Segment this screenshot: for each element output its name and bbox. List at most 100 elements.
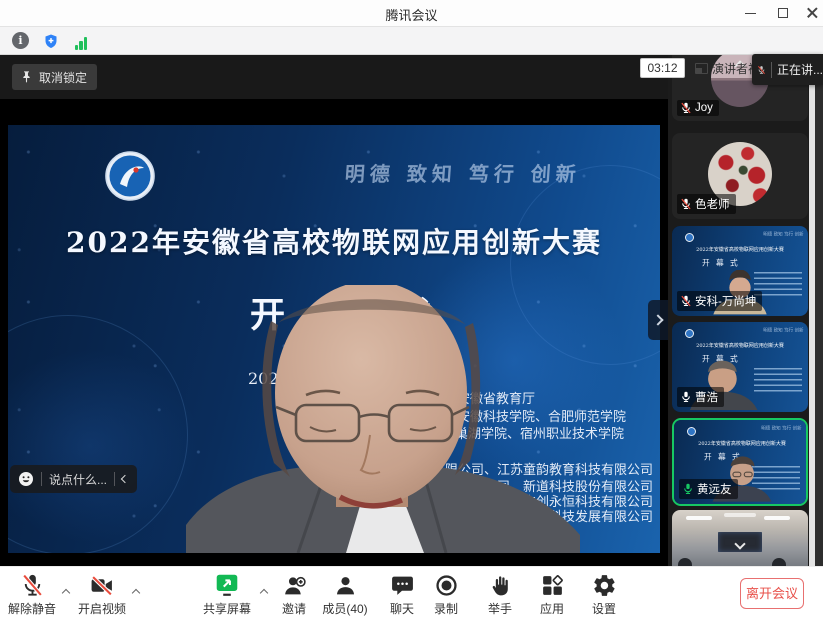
invite-label: 邀请 xyxy=(272,600,316,617)
invite-person-icon xyxy=(272,570,316,598)
record-button[interactable]: 录制 xyxy=(424,570,468,618)
chevron-down-icon xyxy=(734,538,745,549)
leave-meeting-button[interactable]: 离开会议 xyxy=(740,578,804,609)
mini-title: 2022年安徽省高校物联网应用创新大赛 xyxy=(672,245,808,253)
participant-name: 曹浩 xyxy=(695,389,718,405)
maximize-button[interactable] xyxy=(770,0,796,26)
mini-title: 2022年安徽省高校物联网应用创新大赛 xyxy=(674,439,806,447)
raise-hand-label: 举手 xyxy=(478,600,522,617)
room-light xyxy=(764,516,790,520)
members-person-icon xyxy=(316,570,374,598)
mini-logo xyxy=(687,427,696,436)
mic-speaking-icon xyxy=(682,483,694,495)
speaking-indicator-panel[interactable]: 正在讲... xyxy=(752,54,823,85)
maximize-icon xyxy=(778,8,788,18)
minimize-icon xyxy=(745,13,756,14)
participant-tile-teacher[interactable]: 色老师 xyxy=(672,133,808,219)
participant-nametag: 曹浩 xyxy=(677,387,724,407)
chat-label: 聊天 xyxy=(380,600,424,617)
participant-tile-anke[interactable]: 明德 致知 笃行 创新 2022年安徽省高校物联网应用创新大赛 开幕式 xyxy=(672,226,808,316)
camera-off-icon xyxy=(74,570,130,598)
gear-icon xyxy=(582,570,626,598)
sidebar-collapse-handle[interactable] xyxy=(648,300,668,340)
collapse-bubble-icon[interactable] xyxy=(121,475,129,483)
apps-button[interactable]: 应用 xyxy=(530,570,574,618)
quick-chat-bubble[interactable]: 说点什么... xyxy=(10,465,137,493)
video-top-overlay: 取消锁定 xyxy=(0,55,668,99)
bubble-divider xyxy=(41,472,42,486)
settings-label: 设置 xyxy=(582,600,626,617)
chat-input-placeholder[interactable]: 说点什么... xyxy=(49,471,107,488)
scroll-down-button[interactable] xyxy=(730,537,750,551)
invite-button[interactable]: 邀请 xyxy=(272,570,316,618)
participant-tile-huangyuanyou-active-speaker[interactable]: 明德 致知 笃行 创新 2022年安徽省高校物联网应用创新大赛 开幕式 xyxy=(672,418,808,506)
university-logo xyxy=(105,151,155,201)
window-title: 腾讯会议 xyxy=(0,5,823,24)
participant-tile-caohao[interactable]: 明德 致知 笃行 创新 2022年安徽省高校物联网应用创新大赛 开幕式 曹浩 xyxy=(672,322,808,412)
participants-sidebar: Joy 色老师 明德 致知 笃行 创新 2022年安徽省高校物联网应用创 xyxy=(668,55,823,566)
mic-options-caret[interactable] xyxy=(60,587,72,599)
participant-nametag: 色老师 xyxy=(677,194,736,214)
room-light xyxy=(724,513,756,517)
unpin-button[interactable]: 取消锁定 xyxy=(12,64,97,90)
network-quality-icon[interactable] xyxy=(72,32,90,50)
mini-motto: 明德 致知 笃行 创新 xyxy=(764,326,804,333)
mini-title: 2022年安徽省高校物联网应用创新大赛 xyxy=(672,341,808,349)
unmute-button[interactable]: 解除静音 xyxy=(4,570,60,618)
panel-divider xyxy=(771,62,772,78)
mic-muted-icon xyxy=(757,63,766,77)
raise-hand-button[interactable]: 举手 xyxy=(478,570,522,618)
meeting-content: 取消锁定 明德 致知 笃行 创新 2022年安徽省高校物联网应用创新大赛 xyxy=(0,55,823,566)
shield-icon xyxy=(43,33,59,50)
share-options-caret[interactable] xyxy=(258,587,270,599)
meeting-info-icon[interactable]: i xyxy=(12,32,29,49)
unpin-label: 取消锁定 xyxy=(39,69,87,86)
chevron-right-icon xyxy=(652,314,663,325)
settings-button[interactable]: 设置 xyxy=(582,570,626,618)
minimize-button[interactable] xyxy=(738,0,764,26)
slide-motto: 明德 致知 笃行 创新 xyxy=(344,158,582,187)
emoji-icon xyxy=(18,471,34,487)
meeting-timer: 03:12 xyxy=(640,58,685,78)
status-bar: i 03:12 演讲者视图 xyxy=(0,27,823,55)
participant-name: 安科-万尚坤 xyxy=(695,293,756,309)
participant-name: 黄远友 xyxy=(697,481,732,497)
slide-ring-decor xyxy=(8,315,188,553)
bottom-toolbar: 解除静音 开启视频 共享屏幕 xyxy=(0,566,823,620)
title-bar: 腾讯会议 xyxy=(0,0,823,27)
close-icon xyxy=(807,8,817,18)
slide-title: 2022年安徽省高校物联网应用创新大赛 xyxy=(8,221,660,261)
room-person xyxy=(772,558,786,566)
mini-motto: 明德 致知 笃行 创新 xyxy=(764,230,804,237)
participant-nametag: 安科-万尚坤 xyxy=(677,291,762,311)
mic-muted-icon xyxy=(4,570,60,598)
chat-button[interactable]: 聊天 xyxy=(380,570,424,618)
chat-bubble-icon xyxy=(380,570,424,598)
network-bar xyxy=(84,37,87,50)
participant-name: 色老师 xyxy=(695,196,730,212)
mini-logo xyxy=(685,233,694,242)
apps-label: 应用 xyxy=(530,600,574,617)
participant-nametag: 黄远友 xyxy=(679,479,738,499)
start-video-label: 开启视频 xyxy=(74,600,130,617)
members-label: 成员(40) xyxy=(316,600,374,617)
raise-hand-icon xyxy=(478,570,522,598)
apps-grid-icon xyxy=(530,570,574,598)
share-screen-button[interactable]: 共享屏幕 xyxy=(196,570,258,618)
presenter-person xyxy=(178,285,588,553)
speaking-now-label: 正在讲... xyxy=(777,61,823,78)
unmute-label: 解除静音 xyxy=(4,600,60,617)
start-video-button[interactable]: 开启视频 xyxy=(74,570,130,618)
speaker-view-icon xyxy=(695,63,708,74)
mini-motto: 明德 致知 笃行 创新 xyxy=(762,424,802,431)
video-options-caret[interactable] xyxy=(130,587,142,599)
share-screen-label: 共享屏幕 xyxy=(196,600,258,617)
room-light xyxy=(686,516,712,520)
security-shield-icon[interactable] xyxy=(42,32,60,50)
members-button[interactable]: 成员(40) xyxy=(316,570,374,618)
mic-on-icon xyxy=(680,391,692,403)
mic-muted-icon xyxy=(680,295,692,307)
network-bar xyxy=(79,41,82,50)
close-button[interactable] xyxy=(799,0,823,26)
share-screen-icon xyxy=(196,570,258,598)
